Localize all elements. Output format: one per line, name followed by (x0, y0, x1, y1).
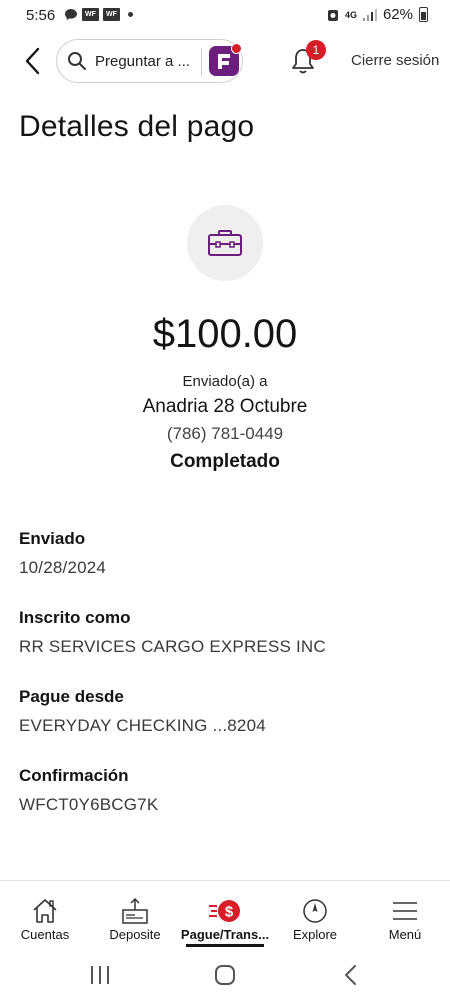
status-right: 4G 62% (327, 6, 428, 23)
detail-sent: Enviado 10/28/2024 (19, 529, 439, 578)
detail-confirmation: Confirmación WFCT0Y6BCG7K (19, 766, 439, 815)
home-button-icon[interactable] (211, 962, 239, 988)
fargo-assistant-icon[interactable] (209, 43, 242, 76)
nav-label: Explore (292, 927, 338, 942)
detail-value: 10/28/2024 (19, 558, 107, 577)
recipient-name: Anadria 28 Octubre (142, 396, 308, 417)
detail-label: Enviado (19, 529, 86, 548)
detail-value: EVERYDAY CHECKING ...8204 (19, 716, 266, 735)
system-back-icon[interactable] (338, 962, 366, 988)
search-icon (68, 52, 86, 70)
bottom-nav: Cuentas Deposite $ Pague/Trans... Explor… (0, 880, 450, 947)
search-divider (201, 48, 202, 76)
nav-item-pay-transfer[interactable]: $ Pague/Trans... (180, 881, 270, 947)
alarm-icon (327, 9, 338, 21)
home-icon (33, 899, 57, 923)
payment-icon-container (187, 205, 263, 281)
sent-to-label: Enviado(a) a (182, 373, 268, 390)
battery-percent: 62% (382, 6, 413, 23)
pay-transfer-icon: $ (209, 900, 240, 922)
notification-count-badge: 1 (306, 40, 326, 60)
signal-icon (362, 8, 377, 21)
battery-icon (419, 7, 428, 22)
payment-status: Completado (170, 451, 280, 472)
recipient-phone: (786) 781-0449 (166, 424, 284, 443)
detail-label: Confirmación (19, 766, 129, 785)
wf-app-icon: WF (103, 8, 120, 21)
nav-item-deposit[interactable]: Deposite (90, 881, 180, 947)
recent-apps-icon[interactable] (86, 962, 114, 988)
chat-icon (65, 9, 77, 20)
nav-label: Menú (388, 927, 422, 942)
search-bar[interactable]: Preguntar a ... (56, 39, 243, 83)
detail-value: WFCT0Y6BCG7K (19, 795, 159, 814)
system-nav-bar (0, 948, 450, 1003)
nav-label: Cuentas (20, 927, 70, 942)
wf-app-icon: WF (82, 8, 99, 21)
search-placeholder: Preguntar a ... (95, 52, 191, 70)
top-header: Preguntar a ... 1 Cierre sesión (0, 38, 450, 84)
briefcase-icon (208, 230, 242, 256)
status-bar: 5:56 WF WF 4G 62% (0, 0, 450, 32)
nav-item-accounts[interactable]: Cuentas (0, 881, 90, 947)
nav-label: Deposite (109, 927, 161, 942)
detail-label: Inscrito como (19, 608, 131, 627)
page-title: Detalles del pago (19, 110, 255, 143)
network-type: 4G (344, 9, 357, 20)
detail-label: Pague desde (19, 687, 124, 706)
nav-label: Pague/Trans... (180, 927, 270, 942)
back-icon[interactable] (20, 46, 46, 76)
deposit-icon (122, 897, 148, 924)
fargo-alert-dot (231, 43, 242, 54)
more-notifications-icon (128, 12, 133, 17)
hamburger-icon (393, 902, 417, 920)
svg-text:$: $ (225, 904, 234, 921)
detail-enrolled-as: Inscrito como RR SERVICES CARGO EXPRESS … (19, 608, 439, 657)
notification-icons: WF WF (64, 8, 133, 21)
compass-icon (303, 899, 327, 923)
detail-value: RR SERVICES CARGO EXPRESS INC (19, 637, 326, 656)
nav-item-explore[interactable]: Explore (270, 881, 360, 947)
payment-amount: $100.00 (152, 312, 298, 356)
nav-item-menu[interactable]: Menú (360, 881, 450, 947)
detail-pay-from: Pague desde EVERYDAY CHECKING ...8204 (19, 687, 439, 736)
status-time: 5:56 (26, 7, 56, 24)
logout-button[interactable]: Cierre sesión (351, 52, 439, 69)
